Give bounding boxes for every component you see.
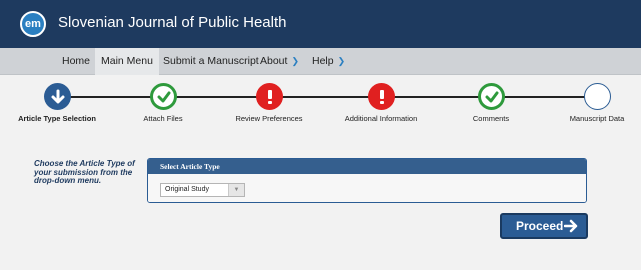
nav-about-label: About <box>260 55 288 67</box>
main-nav: Home Main Menu Submit a Manuscript About… <box>0 48 641 75</box>
exclamation-icon <box>379 89 384 104</box>
step-additional-information[interactable] <box>368 83 395 110</box>
em-logo[interactable]: em <box>20 11 46 37</box>
step-review-preferences[interactable] <box>256 83 283 110</box>
journal-title: Slovenian Journal of Public Health <box>58 14 287 31</box>
step-label: Manuscript Data <box>569 114 625 123</box>
step-attach-files[interactable] <box>150 83 177 110</box>
exclamation-icon <box>267 89 272 104</box>
step-article-type[interactable] <box>44 83 71 110</box>
panel-body: Original Study ▼ <box>148 174 586 202</box>
nav-submit-manuscript[interactable]: Submit a Manuscript <box>157 48 265 75</box>
step-label: Comments <box>472 114 510 123</box>
chevron-down-icon: ❯ <box>337 56 346 66</box>
nav-main-menu-label: Main Menu <box>101 55 153 67</box>
step-label: Article Type Selection <box>18 114 96 123</box>
app-header: em Slovenian Journal of Public Health <box>0 0 641 48</box>
step-comments[interactable] <box>478 83 505 110</box>
nav-home[interactable]: Home <box>56 48 96 75</box>
nav-home-label: Home <box>62 55 91 67</box>
check-icon <box>485 91 498 102</box>
proceed-label: Proceed <box>516 219 564 233</box>
chevron-down-icon[interactable]: ▼ <box>228 184 244 196</box>
nav-help-label: Help <box>312 55 334 67</box>
article-type-select[interactable]: Original Study ▼ <box>160 183 245 197</box>
panel-title: Select Article Type <box>148 159 586 174</box>
nav-help[interactable]: Help ❯ <box>306 48 351 75</box>
step-label: Additional Information <box>344 114 418 123</box>
nav-submit-label: Submit a Manuscript <box>163 55 259 67</box>
arrow-down-icon <box>51 89 64 103</box>
arrow-right-icon <box>564 219 578 233</box>
nav-about[interactable]: About ❯ <box>254 48 305 75</box>
submission-progress: Article Type Selection Attach Files Revi… <box>0 78 641 138</box>
step-manuscript-data[interactable] <box>584 83 611 110</box>
selected-article-type: Original Study <box>165 186 209 193</box>
step-label: Review Preferences <box>235 114 303 123</box>
proceed-button[interactable]: Proceed <box>500 213 588 239</box>
chevron-down-icon: ❯ <box>291 56 299 66</box>
step-label: Attach Files <box>143 114 183 123</box>
progress-line <box>57 96 597 98</box>
article-type-panel: Select Article Type Original Study ▼ <box>147 158 587 203</box>
nav-main-menu[interactable]: Main Menu <box>95 48 159 75</box>
check-icon <box>157 91 170 102</box>
instructions-text: Choose the Article Type of your submissi… <box>34 159 135 185</box>
